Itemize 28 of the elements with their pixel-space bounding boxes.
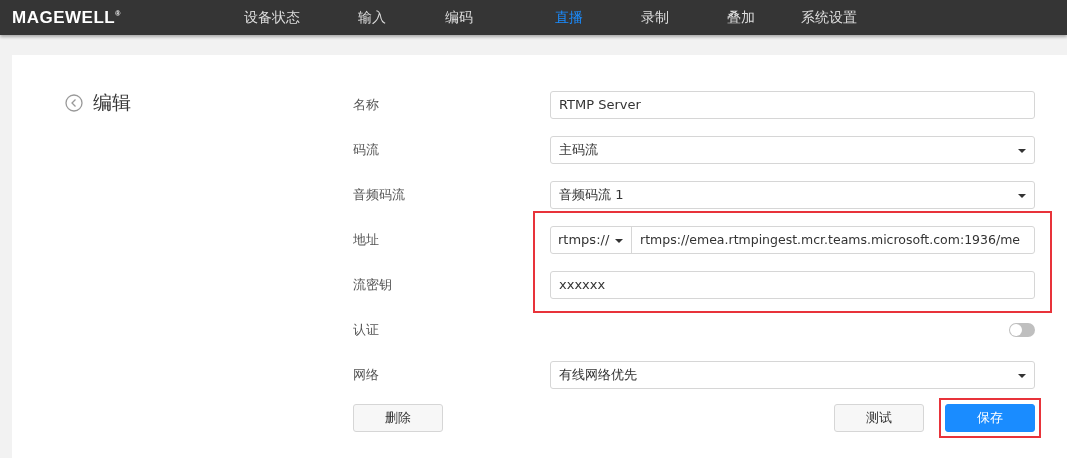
action-button[interactable]: 测试 [834,404,924,432]
nav-tab[interactable]: 直播 [555,8,583,27]
nav-tab[interactable]: 设备状态 [244,8,300,27]
caret-icon [1018,193,1026,198]
nav-tab[interactable]: 编码 [445,8,473,27]
logo: MAGEWELL$^{®}$ [12,7,122,28]
nav-tab[interactable]: 系统设置 [801,8,857,27]
text-field[interactable]: xxxxxx [550,270,1035,299]
page-title: 编辑 [93,90,131,115]
field-label: 网络 [353,365,379,384]
field-label: 名称 [353,95,379,114]
dropdown[interactable]: 有线网络优先 [550,360,1035,389]
field-label: 音频码流 [353,185,405,204]
nav-tab[interactable]: 叠加 [727,8,755,27]
back-icon[interactable] [65,94,83,112]
action-button[interactable]: 删除 [353,404,443,432]
text-field[interactable]: RTMP Server [550,90,1035,119]
field-label: 认证 [353,320,379,339]
nav-tab[interactable]: 录制 [641,8,669,27]
toggle-switch[interactable] [1009,322,1035,337]
field-label: 地址 [353,230,379,249]
field-label: 流密钥 [353,275,392,294]
caret-icon [1018,373,1026,378]
dropdown[interactable]: 主码流 [550,135,1035,164]
field-label: 码流 [353,140,379,159]
dropdown[interactable]: 音频码流 1 [550,180,1035,209]
nav-tab[interactable]: 输入 [358,8,386,27]
caret-icon [1018,148,1026,153]
